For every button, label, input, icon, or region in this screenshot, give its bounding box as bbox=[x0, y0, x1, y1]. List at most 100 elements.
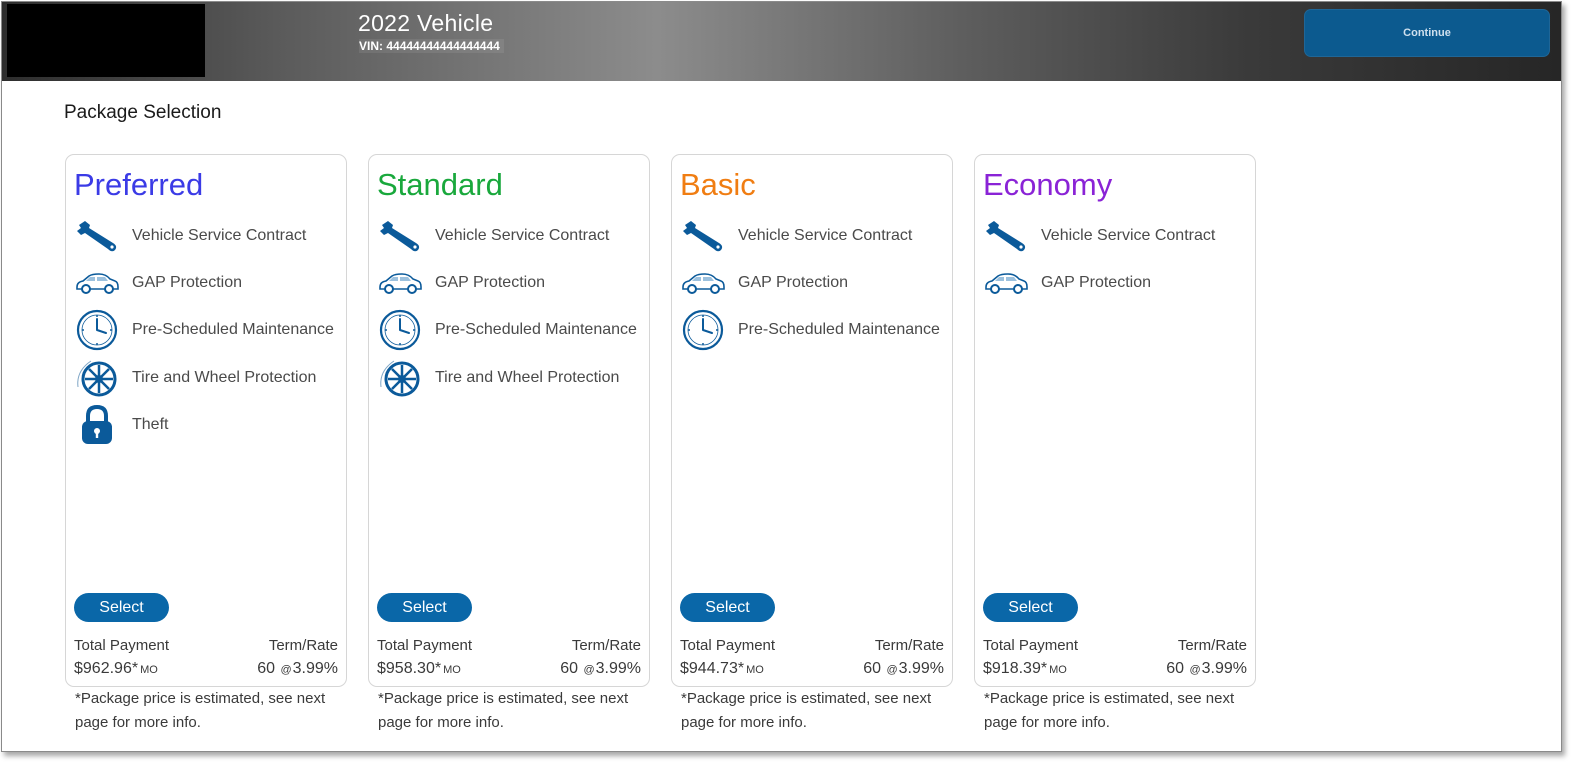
vehicle-header: 2022 Vehicle VIN: 44444444444444444 Cont… bbox=[2, 2, 1561, 81]
rate-value: 3.99% bbox=[1201, 660, 1247, 677]
total-payment-label: Total Payment bbox=[983, 637, 1079, 654]
payment-amount: $958.30* MO bbox=[377, 660, 461, 678]
package-title: Standard bbox=[377, 167, 503, 202]
total-payment-label: Total Payment bbox=[680, 637, 776, 654]
wrench-icon bbox=[377, 214, 423, 258]
price-footnote: *Package price is estimated, see next pa… bbox=[984, 690, 1235, 731]
feature-item: Tire and Wheel Protection bbox=[74, 354, 342, 401]
vin-line: VIN: 44444444444444444 bbox=[359, 39, 504, 53]
vin-value: 44444444444444444 bbox=[386, 39, 500, 53]
car-icon bbox=[377, 261, 423, 305]
package-card-economy: Economy Vehicle Service Contract GAP Pro… bbox=[974, 154, 1256, 687]
payment-unit: MO bbox=[746, 664, 764, 676]
price-footnote: *Package price is estimated, see next pa… bbox=[378, 690, 629, 731]
package-title: Economy bbox=[983, 167, 1113, 202]
wheel-icon bbox=[377, 356, 423, 400]
rate-separator: @ bbox=[1189, 664, 1201, 676]
vin-label: VIN: bbox=[359, 39, 383, 53]
term-value: 60 bbox=[560, 660, 578, 677]
package-card-basic: Basic Vehicle Service Contract GAP Prote… bbox=[671, 154, 953, 687]
dealer-logo bbox=[7, 4, 205, 77]
term-rate-value: 60 @3.99% bbox=[1166, 660, 1247, 678]
feature-label: Pre-Scheduled Maintenance bbox=[435, 321, 637, 339]
payment-amount: $918.39* MO bbox=[983, 660, 1067, 678]
rate-value: 3.99% bbox=[292, 660, 338, 677]
term-value: 60 bbox=[257, 660, 275, 677]
feature-label: Vehicle Service Contract bbox=[132, 226, 307, 244]
feature-item: Vehicle Service Contract bbox=[680, 212, 948, 259]
feature-label: Tire and Wheel Protection bbox=[435, 368, 620, 386]
feature-label: Vehicle Service Contract bbox=[435, 226, 610, 244]
feature-list: Vehicle Service Contract GAP Protection … bbox=[680, 212, 948, 354]
term-rate-label: Term/Rate bbox=[874, 637, 944, 654]
term-rate-value: 60 @3.99% bbox=[560, 660, 641, 678]
package-title: Basic bbox=[680, 167, 756, 202]
feature-item: Theft bbox=[74, 401, 342, 448]
clock-icon bbox=[377, 308, 423, 352]
rate-separator: @ bbox=[583, 664, 595, 676]
wheel-icon bbox=[74, 356, 120, 400]
package-title: Preferred bbox=[74, 167, 204, 202]
car-icon bbox=[74, 261, 120, 305]
select-button-economy[interactable]: Select bbox=[983, 593, 1078, 622]
payment-unit: MO bbox=[443, 664, 461, 676]
term-rate-value: 60 @3.99% bbox=[863, 660, 944, 678]
feature-item: GAP Protection bbox=[680, 259, 948, 306]
clock-icon bbox=[74, 308, 120, 352]
clock-icon bbox=[680, 308, 726, 352]
feature-list: Vehicle Service Contract GAP Protection bbox=[983, 212, 1251, 307]
select-button-preferred[interactable]: Select bbox=[74, 593, 169, 622]
rate-value: 3.99% bbox=[595, 660, 641, 677]
payment-unit: MO bbox=[140, 664, 158, 676]
payment-amount: $944.73* MO bbox=[680, 660, 764, 678]
payment-value: $918.39* bbox=[983, 660, 1048, 677]
wrench-icon bbox=[680, 214, 726, 258]
feature-label: GAP Protection bbox=[435, 273, 545, 291]
term-rate-label: Term/Rate bbox=[1177, 637, 1247, 654]
total-payment-label: Total Payment bbox=[74, 637, 170, 654]
package-card-preferred: Preferred Vehicle Service Contract GAP P… bbox=[65, 154, 347, 687]
price-footnote: *Package price is estimated, see next pa… bbox=[75, 690, 326, 731]
feature-item: Tire and Wheel Protection bbox=[377, 354, 645, 401]
payment-value: $958.30* bbox=[377, 660, 442, 677]
wrench-icon bbox=[983, 214, 1029, 258]
app-window: 2022 Vehicle VIN: 44444444444444444 Cont… bbox=[1, 1, 1562, 752]
feature-item: Vehicle Service Contract bbox=[74, 212, 342, 259]
term-rate-label: Term/Rate bbox=[268, 637, 338, 654]
package-card-standard: Standard Vehicle Service Contract GAP Pr… bbox=[368, 154, 650, 687]
feature-label: GAP Protection bbox=[132, 273, 242, 291]
payment-amount: $962.96* MO bbox=[74, 660, 158, 678]
feature-item: GAP Protection bbox=[74, 259, 342, 306]
feature-item: Pre-Scheduled Maintenance bbox=[680, 307, 948, 354]
feature-item: GAP Protection bbox=[377, 259, 645, 306]
lock-icon bbox=[74, 403, 120, 447]
vehicle-title: 2022 Vehicle bbox=[358, 10, 494, 36]
rate-separator: @ bbox=[886, 664, 898, 676]
term-rate-value: 60 @3.99% bbox=[257, 660, 338, 678]
feature-label: Theft bbox=[132, 415, 169, 433]
feature-item: Pre-Scheduled Maintenance bbox=[377, 307, 645, 354]
term-rate-label: Term/Rate bbox=[571, 637, 641, 654]
car-icon bbox=[983, 261, 1029, 305]
feature-label: Pre-Scheduled Maintenance bbox=[738, 321, 940, 339]
feature-item: Vehicle Service Contract bbox=[983, 212, 1251, 259]
payment-value: $944.73* bbox=[680, 660, 745, 677]
feature-item: Vehicle Service Contract bbox=[377, 212, 645, 259]
page-title: Package Selection bbox=[64, 102, 222, 123]
term-value: 60 bbox=[863, 660, 881, 677]
feature-label: Tire and Wheel Protection bbox=[132, 368, 317, 386]
feature-item: Pre-Scheduled Maintenance bbox=[74, 307, 342, 354]
continue-button[interactable]: Continue bbox=[1304, 9, 1550, 57]
wrench-icon bbox=[74, 214, 120, 258]
car-icon bbox=[680, 261, 726, 305]
payment-unit: MO bbox=[1049, 664, 1067, 676]
payment-value: $962.96* bbox=[74, 660, 139, 677]
feature-list: Vehicle Service Contract GAP Protection … bbox=[377, 212, 645, 401]
select-button-basic[interactable]: Select bbox=[680, 593, 775, 622]
rate-value: 3.99% bbox=[898, 660, 944, 677]
feature-label: GAP Protection bbox=[738, 273, 848, 291]
term-value: 60 bbox=[1166, 660, 1184, 677]
total-payment-label: Total Payment bbox=[377, 637, 473, 654]
price-footnote: *Package price is estimated, see next pa… bbox=[681, 690, 932, 731]
select-button-standard[interactable]: Select bbox=[377, 593, 472, 622]
